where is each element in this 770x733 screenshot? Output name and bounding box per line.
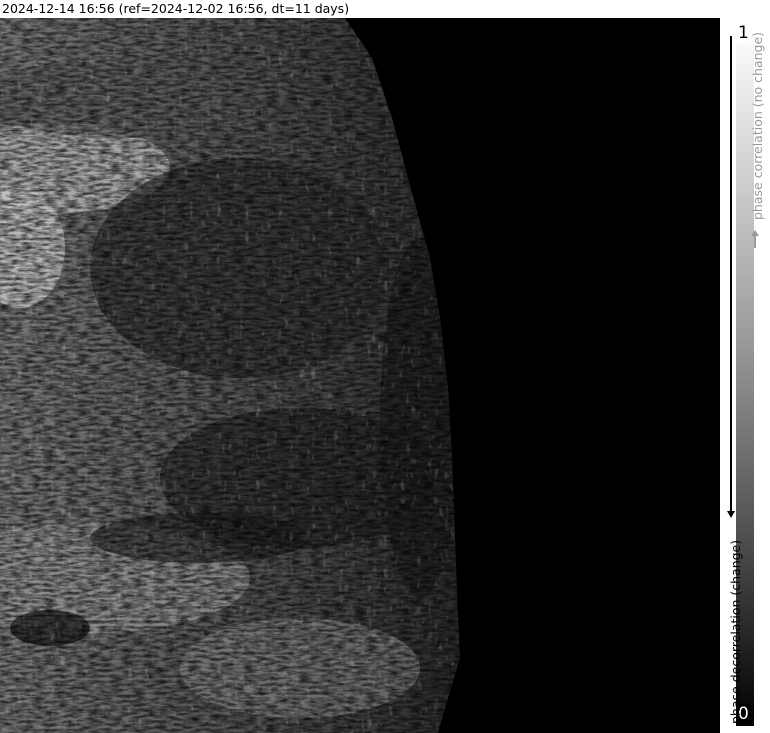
- colorbar-upper-label: phase correlation (no change): [750, 31, 765, 220]
- header-bar: 2024-12-14 16:56 (ref=2024-12-02 16:56, …: [0, 0, 720, 18]
- image-title: 2024-12-14 16:56 (ref=2024-12-02 16:56, …: [2, 1, 350, 16]
- arrow-down-icon: [727, 36, 735, 518]
- radar-coherence-map: [0, 18, 720, 733]
- coherence-image: [0, 18, 720, 733]
- colorbar-panel: 1 0 phase correlation (no change) phase …: [720, 18, 770, 733]
- arrow-up-icon: [751, 230, 759, 248]
- colorbar-max-tick: 1: [737, 23, 750, 43]
- colorbar-lower-label: phase decorrelation (change): [728, 539, 743, 724]
